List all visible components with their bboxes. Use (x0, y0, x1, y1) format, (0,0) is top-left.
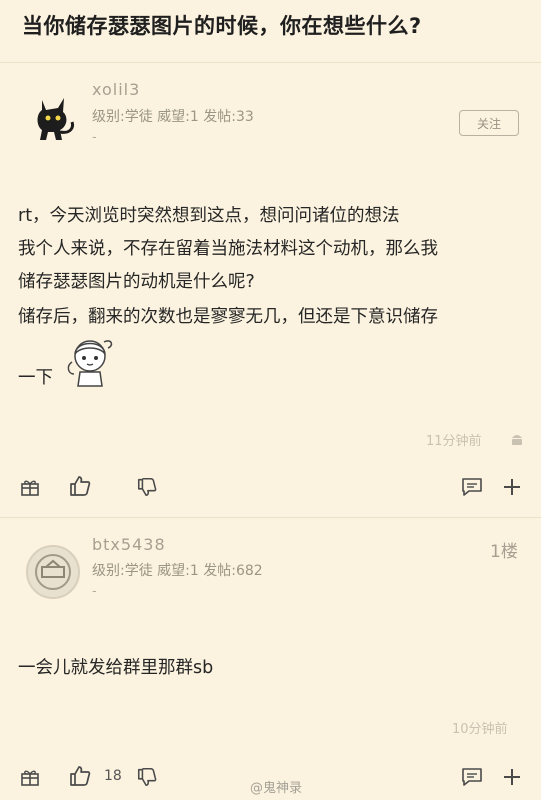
thumb-down-icon[interactable] (136, 476, 158, 498)
post-time: 11分钟前 (426, 434, 482, 449)
post-user-dash: - (92, 130, 97, 145)
android-icon (512, 435, 522, 445)
gift-icon[interactable] (20, 477, 40, 497)
comment-icon[interactable] (461, 477, 483, 497)
thumb-up-icon[interactable] (68, 764, 92, 788)
post-username[interactable]: xolil3 (92, 80, 140, 99)
cat-avatar[interactable] (30, 92, 78, 144)
plus-icon[interactable] (502, 477, 522, 497)
post-line-3: 储存瑟瑟图片的动机是什么呢? (18, 272, 255, 292)
post-line-5: 一下 (18, 368, 53, 388)
reply-username[interactable]: btx5438 (92, 535, 166, 554)
page-title: 当你储存瑟瑟图片的时候，你在想些什么? (22, 14, 422, 38)
floor-number: 1楼 (490, 542, 518, 562)
comment-icon[interactable] (461, 767, 483, 787)
thumb-down-icon[interactable] (136, 766, 158, 788)
reply-avatar[interactable] (26, 545, 80, 599)
thumb-up-icon[interactable] (68, 474, 92, 498)
reply-user-meta: 级别:学徒 威望:1 发帖:682 (92, 563, 263, 579)
post-user-meta: 级别:学徒 威望:1 发帖:33 (92, 109, 254, 125)
like-count: 18 (104, 768, 122, 784)
post-line-4: 储存后，翻来的次数也是寥寥无几，但还是下意识储存 (18, 307, 438, 327)
post-line-2: 我个人来说，不存在留着当施法材料这个动机，那么我 (18, 239, 438, 259)
reply-user-dash: - (92, 584, 97, 599)
chibi-sticker (67, 340, 113, 387)
divider (0, 517, 541, 518)
follow-button[interactable]: 关注 (459, 110, 519, 136)
reply-text: 一会儿就发给群里那群sb (18, 658, 214, 678)
default-avatar-icon (35, 554, 71, 590)
plus-icon[interactable] (502, 767, 522, 787)
divider (0, 62, 541, 63)
watermark: @鬼神录 (250, 781, 303, 796)
post-line-1: rt，今天浏览时突然想到这点，想问问诸位的想法 (18, 206, 400, 226)
gift-icon[interactable] (20, 767, 40, 787)
reply-time: 10分钟前 (452, 722, 508, 737)
